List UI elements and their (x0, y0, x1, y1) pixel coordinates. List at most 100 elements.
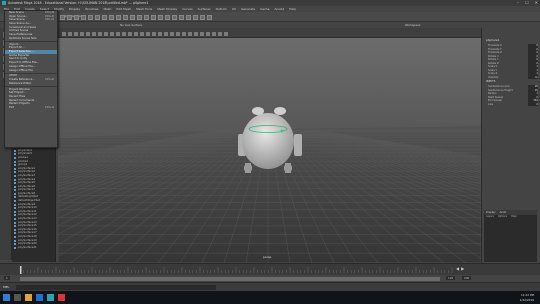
menu-uv[interactable]: UV (232, 7, 236, 11)
menu-mesh[interactable]: Mesh (104, 7, 112, 11)
viewport-toolbar-icon[interactable] (68, 32, 72, 36)
menu-windows[interactable]: Windows (85, 7, 98, 11)
viewport-toolbar-icon[interactable] (188, 32, 192, 36)
range-start[interactable]: 1 (4, 276, 10, 280)
viewport-toolbar-icon[interactable] (200, 32, 204, 36)
viewport-toolbar-icon[interactable] (176, 32, 180, 36)
viewport-toolbar-icon[interactable] (182, 32, 186, 36)
viewport-toolbar-icon[interactable] (74, 32, 78, 36)
time-slider[interactable]: ◀ ▶ (0, 263, 540, 275)
viewport-toolbar-icon[interactable] (140, 32, 144, 36)
viewport-toolbar-icon[interactable] (206, 32, 210, 36)
edge-icon[interactable] (36, 294, 43, 301)
command-input[interactable] (16, 285, 216, 290)
shelf-tool-icon[interactable] (116, 15, 121, 20)
menu-mesh-tools[interactable]: Mesh Tools (136, 7, 152, 11)
shelf-tab[interactable]: Poly Modeling (62, 14, 83, 18)
range-end[interactable]: 120 (446, 276, 456, 280)
range-slider[interactable]: 1 120 200 (0, 275, 540, 282)
start-icon[interactable] (3, 294, 10, 301)
viewport-toolbar-icon[interactable] (146, 32, 150, 36)
task-view-icon[interactable] (14, 294, 21, 301)
channel-attr-row[interactable]: Visibility on (488, 75, 538, 79)
file-menu-item-shortcut: Ctrl+Q (44, 105, 54, 110)
chrome-icon[interactable] (58, 294, 65, 301)
layer-menu-item[interactable]: Help (511, 215, 516, 219)
layer-editor: Display Anim Layers Options Help (484, 210, 537, 262)
current-frame-marker[interactable] (20, 266, 22, 274)
shelf-tool-icon[interactable] (144, 15, 149, 20)
layer-menu-item[interactable]: Layers (486, 215, 494, 219)
shelf-tool-icon[interactable] (67, 15, 72, 20)
shelf-tool-icon[interactable] (95, 15, 100, 20)
outliner-row[interactable]: polySurface21 (12, 246, 55, 250)
viewport-toolbar-icon[interactable] (110, 32, 114, 36)
shelf-tool-icon[interactable] (200, 15, 205, 20)
shelf-tool-icon[interactable] (165, 15, 170, 20)
shelf-tool-icon[interactable] (81, 15, 86, 20)
shelf-tool-icon[interactable] (179, 15, 184, 20)
menu-deform[interactable]: Deform (216, 7, 227, 11)
viewport-toolbar-icon[interactable] (128, 32, 132, 36)
file-menu-item[interactable]: Exit Ctrl+Q (5, 105, 57, 110)
shelf-tool-icon[interactable] (60, 15, 65, 20)
viewport-toolbar-icon[interactable] (212, 32, 216, 36)
menu-edit-mesh[interactable]: Edit Mesh (116, 7, 131, 11)
file-menu-item[interactable]: Reference Editor (5, 81, 57, 86)
shelf-tool-icon[interactable] (88, 15, 93, 20)
shelf-tool-icon[interactable] (172, 15, 177, 20)
viewport-toolbar-icon[interactable] (134, 32, 138, 36)
viewport-toolbar-icon[interactable] (122, 32, 126, 36)
shelf-tool-icon[interactable] (130, 15, 135, 20)
viewport-toolbar-icon[interactable] (152, 32, 156, 36)
play-forward-button[interactable]: ▶ (461, 266, 464, 272)
shelf-tool-icon[interactable] (123, 15, 128, 20)
menu-cache[interactable]: Cache (260, 7, 269, 11)
menu-generate[interactable]: Generate (241, 7, 255, 11)
range-max[interactable]: 200 (462, 276, 472, 280)
input-attr-row[interactable]: Axis 0 (488, 102, 538, 106)
viewport-toolbar-icon[interactable] (170, 32, 174, 36)
play-back-button[interactable]: ◀ (456, 266, 459, 272)
menu-display[interactable]: Display (69, 7, 80, 11)
menu-curves[interactable]: Curves (182, 7, 192, 11)
range-bar[interactable] (20, 276, 440, 281)
input-attr-value[interactable]: 0 (528, 102, 538, 106)
viewport-toolbar-icon[interactable] (218, 32, 222, 36)
viewport-toolbar-icon[interactable] (116, 32, 120, 36)
channel-box-object: pSphere1 (486, 38, 500, 42)
live-surface-label[interactable]: No Live Surface (120, 23, 142, 27)
viewport-toolbar-icon[interactable] (158, 32, 162, 36)
shelf-tool-icon[interactable] (207, 15, 212, 20)
channel-attr-value[interactable]: on (528, 75, 538, 79)
menu-help[interactable]: Help (289, 7, 296, 11)
file-menu-item[interactable]: Optimize Scene Size (5, 36, 57, 41)
menu-mesh-display[interactable]: Mesh Display (157, 7, 177, 11)
menu-surfaces[interactable]: Surfaces (198, 7, 211, 11)
shelf-tool-icon[interactable] (137, 15, 142, 20)
shelf-tool-icon[interactable] (102, 15, 107, 20)
viewport-toolbar-icon[interactable] (98, 32, 102, 36)
viewport-toolbar-icon[interactable] (92, 32, 96, 36)
viewport-toolbar-icon[interactable] (80, 32, 84, 36)
mel-label[interactable]: MEL (3, 285, 9, 289)
maya-taskbar-icon[interactable] (47, 294, 54, 301)
menu-arnold[interactable]: Arnold (274, 7, 284, 11)
viewport-toolbar-icon[interactable] (86, 32, 90, 36)
shelf-tool-icon[interactable] (186, 15, 191, 20)
file-menu-item[interactable]: Assign Offline File (5, 68, 57, 73)
viewport-toolbar-icon[interactable] (224, 32, 228, 36)
shelf-tool-icon[interactable] (109, 15, 114, 20)
shelf-tool-icon[interactable] (151, 15, 156, 20)
layer-menu-item[interactable]: Options (498, 215, 507, 219)
shelf-tool-icon[interactable] (193, 15, 198, 20)
viewport-toolbar-icon[interactable] (104, 32, 108, 36)
viewport-toolbar (58, 28, 481, 38)
shelf-tool-icon[interactable] (158, 15, 163, 20)
viewport-toolbar-icon[interactable] (62, 32, 66, 36)
shelf-tool-icon[interactable] (74, 15, 79, 20)
viewport-toolbar-icon[interactable] (164, 32, 168, 36)
viewport-3d[interactable]: persp (58, 38, 481, 263)
explorer-icon[interactable] (25, 294, 32, 301)
viewport-toolbar-icon[interactable] (194, 32, 198, 36)
